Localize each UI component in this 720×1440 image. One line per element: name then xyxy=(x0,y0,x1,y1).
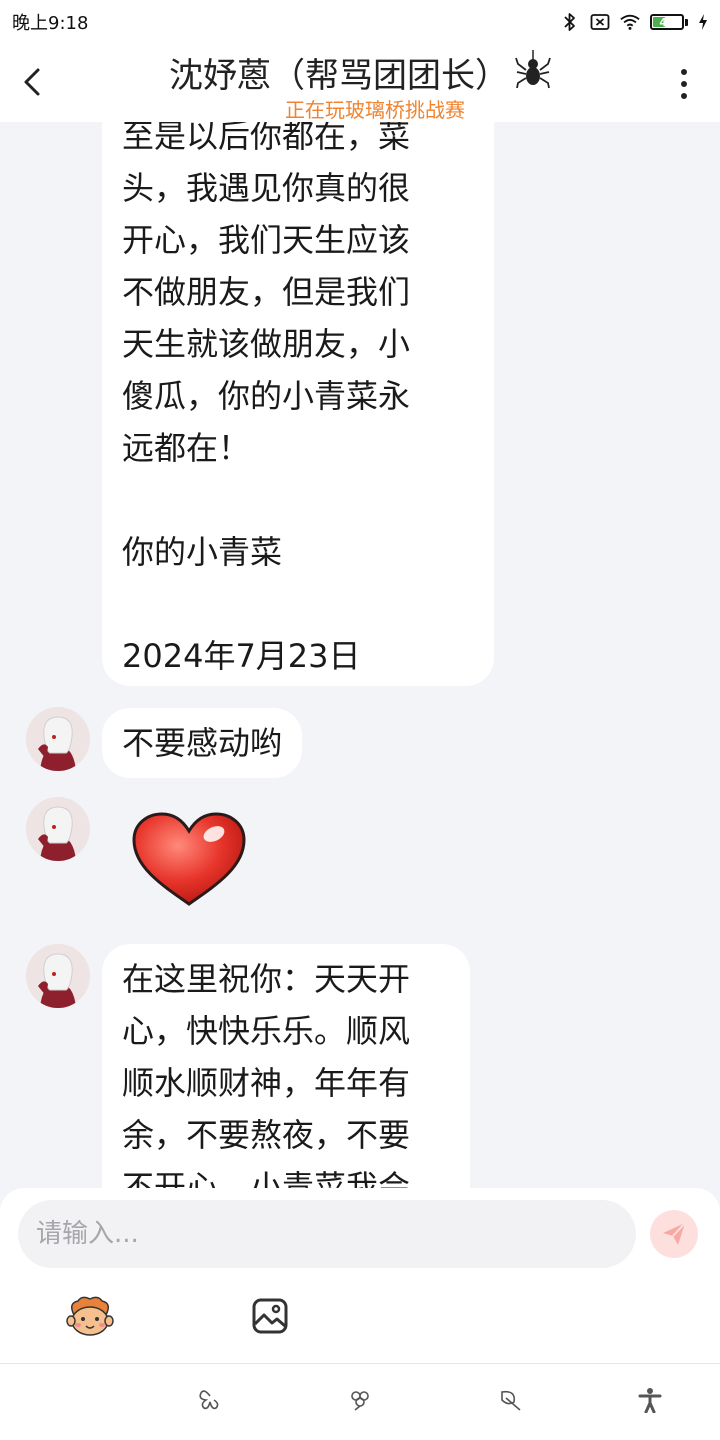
flower-icon[interactable] xyxy=(346,1386,374,1414)
more-options-button[interactable] xyxy=(670,66,698,102)
message-bubble[interactable]: 不要感动哟 xyxy=(102,708,303,778)
image-icon xyxy=(252,1298,288,1334)
spider-icon xyxy=(515,50,551,94)
message-line: 天生就该做朋友，小 xyxy=(122,325,411,363)
butterfly-icon[interactable] xyxy=(196,1386,224,1414)
status-icons: 46 xyxy=(560,12,708,32)
battery-icon: 46 xyxy=(650,14,688,30)
status-time: 晚上9:18 xyxy=(12,13,89,34)
chat-status-subtitle: 正在玩玻璃桥挑战赛 xyxy=(285,98,465,122)
message-line xyxy=(122,578,474,630)
input-panel xyxy=(0,1188,720,1364)
bottom-nav xyxy=(0,1364,720,1440)
status-bar: 晚上9:18 46 xyxy=(0,0,720,44)
send-icon xyxy=(663,1222,686,1245)
message-input[interactable] xyxy=(18,1200,636,1268)
leaf-icon[interactable] xyxy=(496,1386,524,1414)
message-bubble[interactable]: 在这里祝你：天天开 心，快快乐乐。顺风 顺水顺财神，年年有 余，不要熬夜，不要 … xyxy=(102,944,470,1188)
avatar[interactable] xyxy=(26,797,90,861)
charging-icon xyxy=(698,12,708,32)
message-line: 2024年7月23日 xyxy=(122,637,361,675)
message-line xyxy=(122,474,474,526)
back-arrow-icon xyxy=(24,68,40,96)
wifi-icon xyxy=(620,12,640,32)
emoji-button[interactable] xyxy=(66,1292,114,1340)
message-line: 傻瓜，你的小青菜永 xyxy=(122,377,411,415)
sticker-message[interactable] xyxy=(130,810,248,910)
send-button[interactable] xyxy=(650,1210,698,1258)
message-bubble[interactable]: 至是以后你都在，菜 头，我遇见你真的很 开心，我们天生应该 不做朋友，但是我们 … xyxy=(102,122,494,686)
battery-level: 46 xyxy=(659,15,675,29)
message-line: 头，我遇见你真的很 xyxy=(122,169,411,207)
message-line: 余，不要熬夜，不要 xyxy=(122,1116,411,1154)
message-line: 开心，我们天生应该 xyxy=(122,221,411,259)
heart-icon xyxy=(132,812,246,906)
avatar[interactable] xyxy=(26,707,90,771)
sim-x-icon xyxy=(590,12,610,32)
message-line: 不要感动哟 xyxy=(122,724,283,762)
chat-title: 沈妤蒽（帮骂团团长） xyxy=(169,55,509,96)
message-line: 心，快快乐乐。顺风 xyxy=(122,1012,411,1050)
message-line: 至是以后你都在，菜 xyxy=(122,122,411,155)
message-line: 不开心，小青菜我会 xyxy=(122,1168,411,1188)
chat-header: 沈妤蒽（帮骂团团长） 正在玩玻璃桥挑战赛 xyxy=(0,44,720,122)
chat-title-row[interactable]: 沈妤蒽（帮骂团团长） xyxy=(120,48,600,96)
chat-messages[interactable]: 至是以后你都在，菜 头，我遇见你真的很 开心，我们天生应该 不做朋友，但是我们 … xyxy=(0,122,720,1188)
bluetooth-icon xyxy=(560,12,580,32)
message-line: 远都在！ xyxy=(122,429,251,467)
avatar[interactable] xyxy=(26,944,90,1008)
message-line: 不做朋友，但是我们 xyxy=(122,273,411,311)
more-vertical-icon xyxy=(681,69,687,75)
monkey-emoji-icon xyxy=(66,1296,114,1336)
message-line: 在这里祝你：天天开 xyxy=(122,960,411,998)
accessibility-icon[interactable] xyxy=(636,1386,664,1414)
image-button[interactable] xyxy=(246,1292,294,1340)
message-line: 顺水顺财神，年年有 xyxy=(122,1064,411,1102)
message-line: 你的小青菜 xyxy=(122,533,283,571)
